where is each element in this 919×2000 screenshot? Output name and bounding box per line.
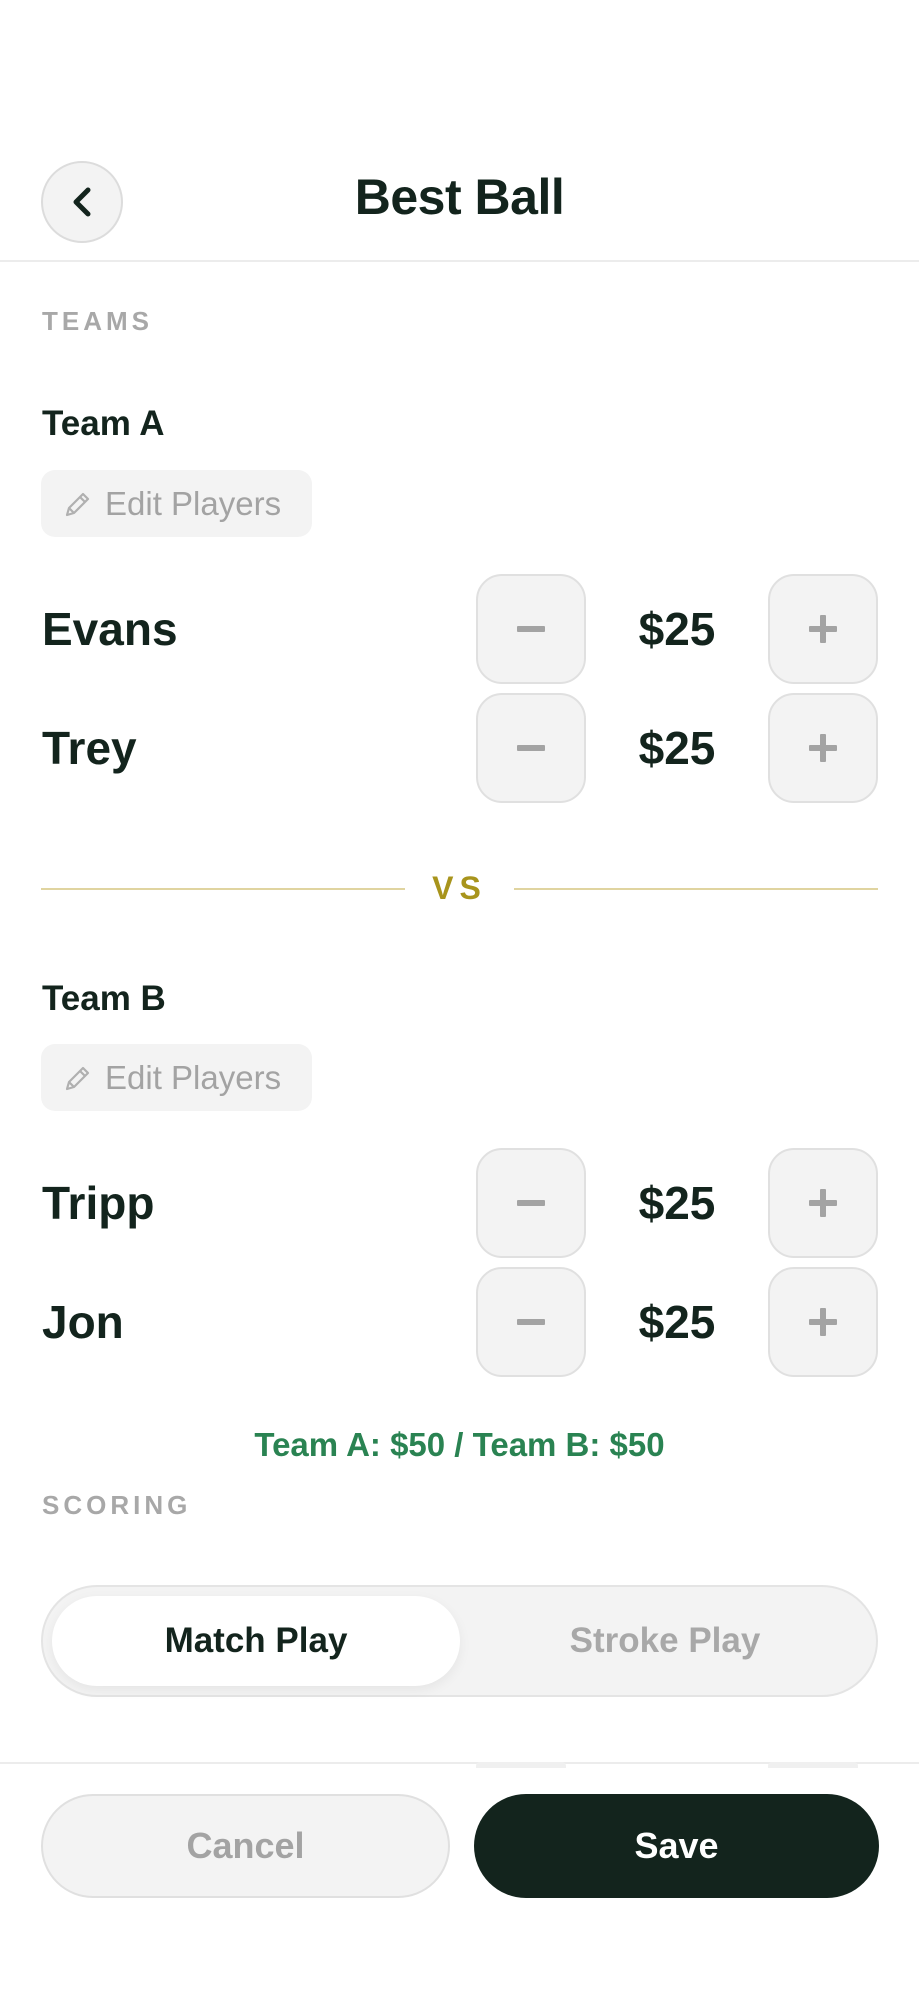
pencil-icon — [65, 492, 90, 516]
save-button[interactable]: Save — [474, 1794, 879, 1898]
increase-amount-button[interactable] — [768, 1148, 878, 1258]
minus-icon — [517, 1200, 545, 1206]
decrease-amount-button[interactable] — [476, 693, 586, 803]
increase-amount-button[interactable] — [768, 574, 878, 684]
decrease-amount-button[interactable] — [476, 574, 586, 684]
divider-line — [41, 888, 405, 890]
player-name: Jon — [42, 1296, 124, 1348]
bet-amount: $25 — [638, 1177, 716, 1229]
minus-icon — [517, 745, 545, 751]
scoring-section-label: SCORING — [42, 1490, 192, 1520]
vs-label: VS — [432, 870, 487, 906]
segment-match-play[interactable]: Match Play — [52, 1596, 460, 1686]
plus-icon — [809, 1189, 837, 1217]
best-ball-screen: Best Ball TEAMS Team A Edit Players Evan… — [0, 0, 919, 2000]
decrease-amount-button[interactable] — [476, 1148, 586, 1258]
edit-players-label: Edit Players — [105, 484, 282, 522]
edit-players-label: Edit Players — [105, 1058, 282, 1096]
player-row-evans: Evans $25 — [0, 574, 919, 684]
plus-icon — [809, 615, 837, 643]
increase-amount-button[interactable] — [768, 693, 878, 803]
footer-action-bar: Cancel Save — [0, 1762, 919, 2000]
player-row-trey: Trey $25 — [0, 693, 919, 803]
scoring-segmented-control: Match Play Stroke Play — [41, 1585, 878, 1697]
team-totals: Team A: $50 / Team B: $50 — [254, 1426, 665, 1463]
player-row-jon: Jon $25 — [0, 1267, 919, 1377]
increase-amount-button[interactable] — [768, 1267, 878, 1377]
header: Best Ball — [0, 0, 919, 262]
scrolled-content-peek — [476, 1762, 566, 1768]
player-name: Tripp — [42, 1177, 155, 1229]
minus-icon — [517, 626, 545, 632]
plus-icon — [809, 734, 837, 762]
minus-icon — [517, 1319, 545, 1325]
vs-divider: VS — [41, 868, 878, 910]
plus-icon — [809, 1308, 837, 1336]
cancel-button[interactable]: Cancel — [41, 1794, 450, 1898]
bet-amount: $25 — [638, 722, 716, 774]
player-row-tripp: Tripp $25 — [0, 1148, 919, 1258]
bet-amount: $25 — [638, 603, 716, 655]
pencil-icon — [65, 1066, 90, 1090]
segment-stroke-play[interactable]: Stroke Play — [461, 1596, 869, 1686]
decrease-amount-button[interactable] — [476, 1267, 586, 1377]
team-b-edit-players-button[interactable]: Edit Players — [41, 1044, 312, 1111]
team-a-edit-players-button[interactable]: Edit Players — [41, 470, 312, 537]
player-name: Trey — [42, 722, 137, 774]
teams-section-label: TEAMS — [42, 306, 153, 336]
player-name: Evans — [42, 603, 178, 655]
team-a-name: Team A — [42, 404, 165, 443]
scrolled-content-peek — [768, 1762, 858, 1768]
team-b-name: Team B — [42, 979, 166, 1018]
divider-line — [514, 888, 878, 890]
bet-amount: $25 — [638, 1296, 716, 1348]
page-title: Best Ball — [354, 169, 565, 225]
